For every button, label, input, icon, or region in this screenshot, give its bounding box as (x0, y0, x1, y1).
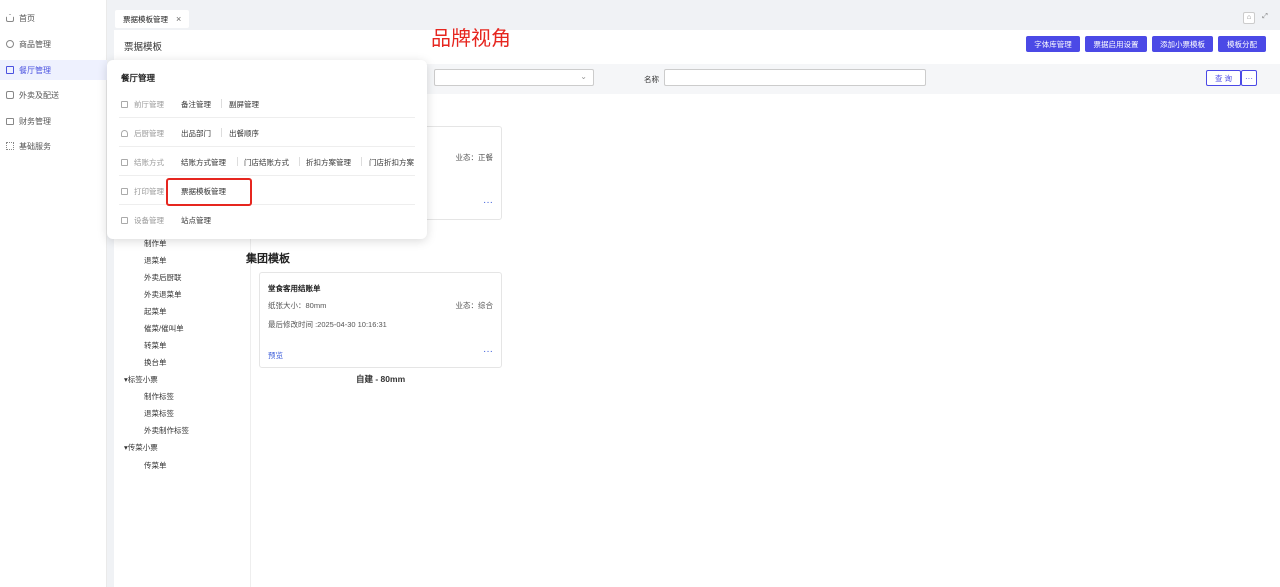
card-more-icon[interactable]: ··· (483, 197, 493, 208)
name-label: 名称 (644, 75, 659, 84)
template-assign-button[interactable]: 模板分配 (1218, 36, 1266, 52)
menu-category: 后厨管理 (121, 128, 164, 139)
query-button[interactable]: 查 询 (1206, 70, 1241, 86)
tree-item[interactable]: 退菜标签 (144, 408, 174, 419)
menu-row-print: 打印管理 票据模板管理 (119, 176, 415, 205)
menu-link-second-screen[interactable]: 副屏管理 (229, 99, 259, 110)
menu-link-output-dept[interactable]: 出品部门 (181, 128, 211, 139)
menu-row-kitchen: 后厨管理 出品部门 出餐顺序 (119, 118, 415, 147)
menu-link-site-management[interactable]: 站点管理 (181, 215, 211, 226)
tab-label: 票据模板管理 (123, 14, 168, 24)
divider (221, 128, 222, 137)
close-icon[interactable]: × (176, 14, 181, 24)
delivery-icon (6, 91, 14, 99)
sidebar-item-basic[interactable]: 基础服务 (0, 136, 107, 156)
menu-category-label: 设备管理 (134, 216, 164, 225)
menu-category-label: 结账方式 (134, 158, 164, 167)
sidebar-item-label: 首页 (19, 13, 35, 23)
sidebar-item-home[interactable]: 首页 (0, 8, 107, 28)
sidebar-item-restaurant[interactable]: 餐厅管理 (0, 60, 107, 80)
front-hall-icon (121, 101, 128, 108)
tree-item[interactable]: 换台单 (144, 357, 167, 368)
menu-link-remarks[interactable]: 备注管理 (181, 99, 211, 110)
menu-row-checkout: 结账方式 结账方式管理 门店结账方式 折扣方案管理 门店折扣方案 (119, 147, 415, 176)
divider (221, 99, 222, 108)
store-icon (6, 66, 14, 74)
menu-category: 前厅管理 (121, 99, 164, 110)
grid-icon (6, 142, 14, 150)
card-caption: 自建 - 80mm (356, 374, 406, 384)
tree-item[interactable]: 外卖制作标签 (144, 425, 189, 436)
name-input[interactable] (664, 69, 926, 86)
menu-link-discount-plans[interactable]: 折扣方案管理 (306, 157, 351, 168)
card-paper-size: 纸张大小：80mm (268, 301, 327, 310)
tree-item[interactable]: 制作标签 (144, 391, 174, 402)
menu-row-device: 设备管理 站点管理 (119, 205, 415, 234)
divider (237, 157, 238, 166)
cube-icon (6, 40, 14, 48)
tree-item[interactable]: 起菜单 (144, 306, 167, 317)
home-icon (6, 14, 14, 22)
sidebar-item-label: 商品管理 (19, 39, 51, 49)
tree-item[interactable]: 传菜单 (144, 460, 167, 471)
tree-item[interactable]: 外卖退菜单 (144, 289, 182, 300)
card-title: 堂食客用结账单 (268, 284, 321, 293)
menu-category: 设备管理 (121, 215, 164, 226)
highlight-annotation (166, 178, 252, 206)
card-modified-time: 最后修改时间 :2025-04-30 10:16:31 (268, 320, 387, 329)
menu-category-label: 后厨管理 (134, 129, 164, 138)
home-icon[interactable]: ⌂ (1243, 12, 1255, 24)
menu-title: 餐厅管理 (121, 73, 156, 83)
more-button[interactable]: ··· (1241, 70, 1257, 86)
menu-category-label: 打印管理 (134, 187, 164, 196)
sidebar-item-delivery[interactable]: 外卖及配送 (0, 85, 107, 105)
menu-category: 打印管理 (121, 186, 164, 197)
tab-ticket-template[interactable]: 票据模板管理 × (115, 10, 190, 28)
printer-icon (121, 188, 128, 195)
menu-category-label: 前厅管理 (134, 100, 164, 109)
sidebar-item-label: 财务管理 (19, 116, 51, 126)
menu-link-store-checkout[interactable]: 门店结账方式 (244, 157, 289, 168)
brand-caption: 品牌视角 (431, 26, 511, 50)
kitchen-icon (121, 130, 128, 137)
add-ticket-template-button[interactable]: 添加小票模板 (1152, 36, 1213, 52)
tree-item[interactable]: 制作单 (144, 238, 167, 249)
tree-group[interactable]: ▾标签小票 (124, 374, 158, 385)
fullscreen-icon[interactable]: ⤢ (1259, 12, 1271, 24)
chevron-down-icon: ⌄ (580, 72, 587, 81)
sidebar-item-label: 餐厅管理 (19, 65, 51, 75)
folder-icon (6, 117, 14, 125)
menu-link-serving-order[interactable]: 出餐顺序 (229, 128, 259, 139)
font-library-button[interactable]: 字体库管理 (1026, 36, 1080, 52)
sidebar-item-products[interactable]: 商品管理 (0, 34, 107, 54)
sidebar: 首页 商品管理 餐厅管理 外卖及配送 财务管理 基础服务 (0, 0, 107, 587)
checkout-icon (121, 159, 128, 166)
group-template-heading: 集团模板 (246, 253, 290, 265)
tree-item[interactable]: 转菜单 (144, 340, 167, 351)
divider (299, 157, 300, 166)
tree-item[interactable]: 催菜/催叫单 (144, 323, 184, 334)
device-icon (121, 217, 128, 224)
menu-link-store-discount[interactable]: 门店折扣方案 (369, 157, 414, 168)
tree-item[interactable]: 退菜单 (144, 255, 167, 266)
card-preview-link[interactable]: 预览 (268, 350, 283, 361)
page-title: 票据模板 (124, 42, 163, 53)
sidebar-item-label: 基础服务 (19, 141, 51, 151)
ticket-enable-settings-button[interactable]: 票据启用设置 (1085, 36, 1147, 52)
tab-bar: 票据模板管理 × ⌂ ⤢ (107, 8, 1280, 29)
tree-group[interactable]: ▾传菜小票 (124, 442, 158, 453)
sidebar-item-finance[interactable]: 财务管理 (0, 111, 107, 131)
sidebar-item-label: 外卖及配送 (19, 90, 59, 100)
filter-select[interactable]: ⌄ (434, 69, 594, 86)
menu-category: 结账方式 (121, 157, 164, 168)
menu-row-front: 前厅管理 备注管理 副屏管理 (119, 89, 415, 118)
menu-link-checkout-methods[interactable]: 结账方式管理 (181, 157, 226, 168)
tree-item[interactable]: 外卖后厨联 (144, 272, 182, 283)
template-card[interactable]: 堂食客用结账单 纸张大小：80mm 业态：综合 最后修改时间 :2025-04-… (259, 272, 502, 368)
card-business-type: 业态：综合 (455, 301, 494, 310)
restaurant-management-menu: 餐厅管理 前厅管理 备注管理 副屏管理 后厨管理 出品部门 出餐顺序 结账方式 … (107, 60, 427, 239)
card-more-icon[interactable]: ··· (483, 346, 493, 357)
divider (361, 157, 362, 166)
card-business-type: 业态：正餐 (455, 153, 494, 162)
